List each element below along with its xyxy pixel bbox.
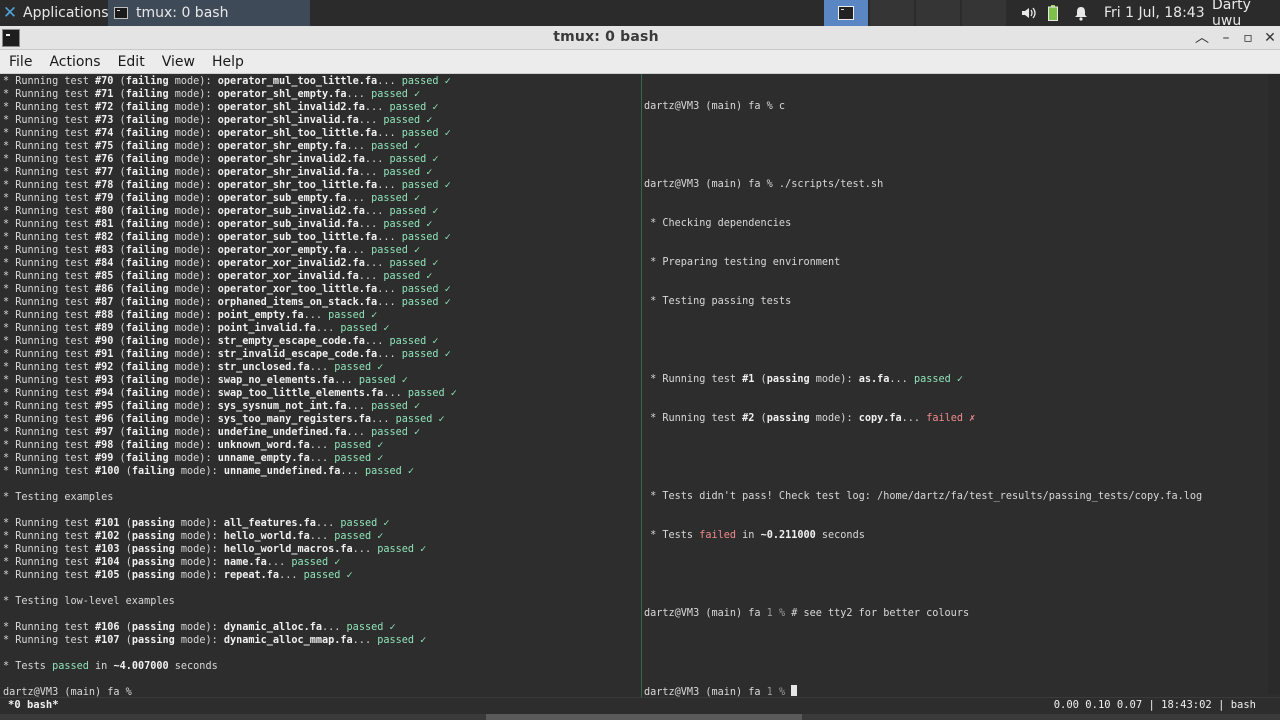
- test-result-line: * Running test #100 (failing mode): unna…: [3, 466, 415, 477]
- applications-label: Applications: [23, 5, 109, 21]
- test-result-line: * Running test #107 (passing mode): dyna…: [3, 635, 427, 646]
- test-result-line: * Running test #95 (failing mode): sys_s…: [3, 401, 421, 412]
- test-result-line: * Running test #1 (passing mode): as.fa.…: [644, 374, 964, 385]
- workspace-2[interactable]: [870, 0, 914, 26]
- pane-divider[interactable]: [641, 74, 642, 698]
- test-result-line: * Running test #102 (passing mode): hell…: [3, 531, 384, 542]
- terminal-icon: [838, 6, 854, 20]
- menu-edit[interactable]: Edit: [109, 54, 153, 70]
- tmux-window-label[interactable]: *0 bash*: [8, 699, 59, 711]
- notification-bell-icon[interactable]: [1073, 0, 1089, 26]
- close-button[interactable]: ✕: [1260, 28, 1280, 48]
- desktop-bottom-strip: [0, 714, 1280, 720]
- test-result-line: * Running test #84 (failing mode): opera…: [3, 258, 439, 269]
- top-panel: ✕ Applications tmux: 0 bash Fri 1 Jul, 1…: [0, 0, 1280, 29]
- test-result-line: * Running test #82 (failing mode): opera…: [3, 232, 451, 243]
- clock[interactable]: Fri 1 Jul, 18:43: [1104, 0, 1205, 26]
- test-result-line: * Running test #73 (failing mode): opera…: [3, 115, 433, 126]
- test-result-line: * Running test #76 (failing mode): opera…: [3, 154, 439, 165]
- test-result-line: * Running test #99 (failing mode): unnam…: [3, 453, 384, 464]
- tmux-status-right: 0.00 0.10 0.07 | 18:43:02 | bash: [1053, 699, 1256, 711]
- terminal-scrollbar[interactable]: [1268, 74, 1280, 694]
- test-result-line: * Running test #87 (failing mode): orpha…: [3, 297, 451, 308]
- test-result-line: * Running test #78 (failing mode): opera…: [3, 180, 451, 191]
- test-summary-line: * Tests failed in ~0.211000 seconds: [644, 530, 865, 541]
- test-result-line: * Running test #97 (failing mode): undef…: [3, 427, 421, 438]
- minimize-button[interactable]: –: [1216, 28, 1236, 48]
- menu-actions[interactable]: Actions: [40, 54, 108, 70]
- test-result-line: * Running test #89 (failing mode): point…: [3, 323, 390, 334]
- test-result-line: * Running test #103 (passing mode): hell…: [3, 544, 427, 555]
- test-result-line: * Running test #88 (failing mode): point…: [3, 310, 378, 321]
- test-result-line: * Running test #2 (passing mode): copy.f…: [644, 413, 976, 424]
- user-menu[interactable]: Darty uwu: [1212, 0, 1280, 29]
- terminal-line: * Preparing testing environment: [644, 257, 841, 268]
- test-result-line: * Running test #93 (failing mode): swap_…: [3, 375, 408, 386]
- test-summary-line: * Tests passed in ~4.007000 seconds: [3, 661, 218, 672]
- volume-icon[interactable]: [1020, 0, 1038, 26]
- tmux-statusbar: *0 bash* 0.00 0.10 0.07 | 18:43:02 | bas…: [0, 697, 1280, 714]
- test-result-line: * Running test #70 (failing mode): opera…: [3, 76, 451, 87]
- text-cursor: [791, 685, 798, 696]
- test-result-line: * Running test #83 (failing mode): opera…: [3, 245, 421, 256]
- test-result-line: * Running test #75 (failing mode): opera…: [3, 141, 421, 152]
- test-result-line: * Running test #71 (failing mode): opera…: [3, 89, 421, 100]
- workspace-4[interactable]: [962, 0, 1006, 26]
- test-result-line: * Running test #85 (failing mode): opera…: [3, 271, 433, 282]
- test-result-line: * Running test #105 (passing mode): repe…: [3, 570, 353, 581]
- terminal-line: * Testing passing tests: [644, 296, 792, 307]
- menu-help[interactable]: Help: [203, 54, 252, 70]
- section-heading: * Testing low-level examples: [3, 596, 175, 607]
- workspace-1[interactable]: [824, 0, 868, 26]
- test-result-line: * Running test #72 (failing mode): opera…: [3, 102, 439, 113]
- test-result-line: * Running test #94 (failing mode): swap_…: [3, 388, 457, 399]
- test-result-line: * Running test #86 (failing mode): opera…: [3, 284, 451, 295]
- menu-view[interactable]: View: [153, 54, 203, 70]
- terminal-area[interactable]: * Running test #70 (failing mode): opera…: [0, 74, 1280, 720]
- terminal-line: dartz@VM3 (main) fa % ./scripts/test.sh: [644, 179, 884, 190]
- battery-icon[interactable]: [1046, 0, 1060, 26]
- terminal-line: dartz@VM3 (main) fa 1 % # see tty2 for b…: [644, 608, 970, 619]
- terminal-line: * Tests didn't pass! Check test log: /ho…: [644, 491, 1203, 502]
- xfce-logo-icon: ✕: [2, 3, 18, 23]
- tmux-pane-right[interactable]: dartz@VM3 (main) fa % c dartz@VM3 (main)…: [644, 74, 1264, 699]
- test-result-line: * Running test #106 (passing mode): dyna…: [3, 622, 396, 633]
- test-result-line: * Running test #104 (passing mode): name…: [3, 557, 341, 568]
- shade-button[interactable]: ︿: [1192, 28, 1212, 48]
- test-result-line: * Running test #96 (failing mode): sys_t…: [3, 414, 445, 425]
- terminal-line: dartz@VM3 (main) fa % c: [644, 101, 786, 112]
- test-result-line: * Running test #90 (failing mode): str_e…: [3, 336, 439, 347]
- section-heading: * Testing examples: [3, 492, 114, 503]
- terminal-line: * Checking dependencies: [644, 218, 792, 229]
- taskbar-item-tmux[interactable]: tmux: 0 bash: [108, 0, 310, 26]
- taskbar-item-label: tmux: 0 bash: [136, 5, 229, 21]
- tmux-pane-left[interactable]: * Running test #70 (failing mode): opera…: [3, 75, 639, 705]
- test-result-line: * Running test #74 (failing mode): opera…: [3, 128, 451, 139]
- test-result-line: * Running test #91 (failing mode): str_i…: [3, 349, 451, 360]
- test-result-line: * Running test #80 (failing mode): opera…: [3, 206, 439, 217]
- menu-file[interactable]: File: [0, 54, 40, 70]
- menubar: File Actions Edit View Help: [0, 50, 1280, 74]
- test-result-line: * Running test #77 (failing mode): opera…: [3, 167, 433, 178]
- applications-menu[interactable]: ✕ Applications: [0, 0, 109, 26]
- test-result-line: * Running test #92 (failing mode): str_u…: [3, 362, 384, 373]
- test-result-line: * Running test #79 (failing mode): opera…: [3, 193, 421, 204]
- test-result-line: * Running test #98 (failing mode): unkno…: [3, 440, 384, 451]
- workspace-3[interactable]: [916, 0, 960, 26]
- test-result-line: * Running test #101 (passing mode): all_…: [3, 518, 390, 529]
- window-titlebar[interactable]: tmux: 0 bash ︿ – ▫ ✕: [0, 26, 1280, 50]
- maximize-button[interactable]: ▫: [1238, 28, 1258, 48]
- terminal-icon: [114, 7, 128, 19]
- window-title: tmux: 0 bash: [553, 29, 659, 45]
- test-result-line: * Running test #81 (failing mode): opera…: [3, 219, 433, 230]
